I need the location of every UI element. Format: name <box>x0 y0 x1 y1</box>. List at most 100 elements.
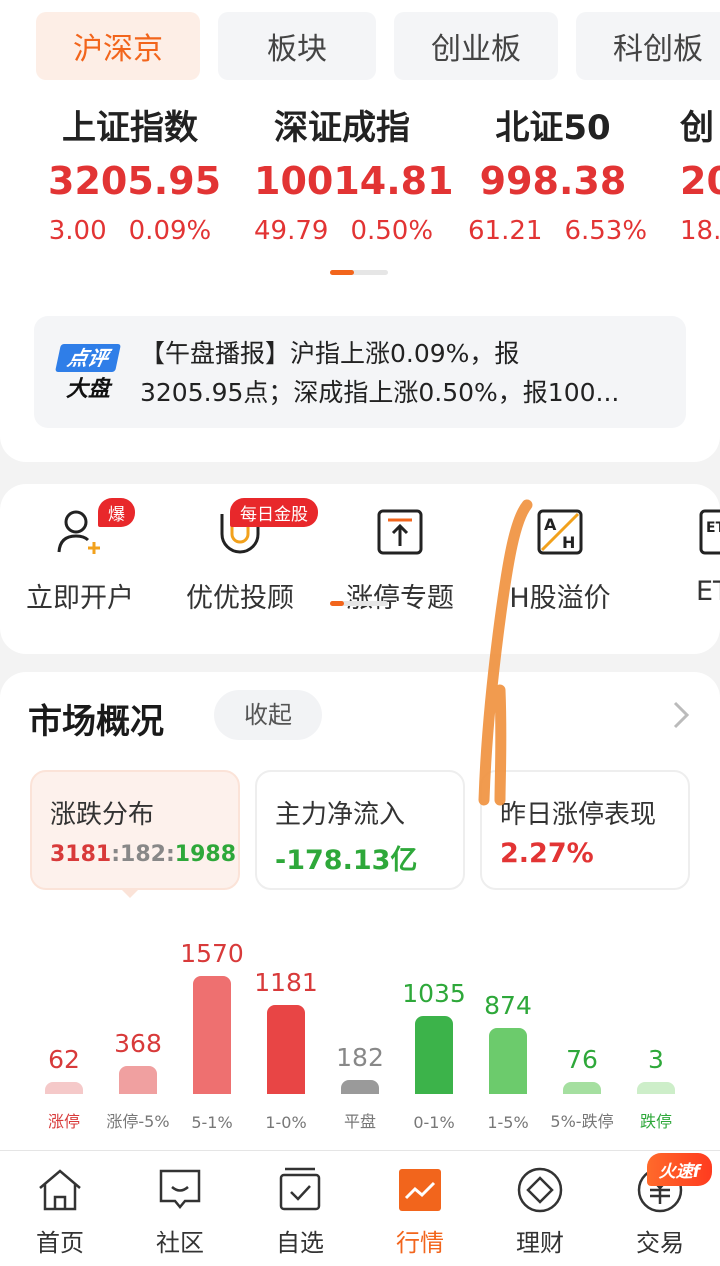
nav-label: 社区 <box>156 1229 204 1257</box>
bar <box>563 1082 601 1094</box>
ah-premium-icon: A H <box>537 509 583 555</box>
nav-community[interactable]: 社区 <box>120 1151 240 1266</box>
bar-column: 3 跌停 <box>619 912 693 1132</box>
market-header-card: 沪深京 板块 创业板 科创板 上证指数 3205.95 3.00 0.09% 深证… <box>0 0 720 462</box>
shortcut-advisor[interactable]: 每日金股 优优投顾 <box>170 484 318 624</box>
shortcut-etf[interactable]: ET ET <box>650 484 720 624</box>
index-change: 49.79 0.50% <box>254 216 434 246</box>
nav-label: 理财 <box>516 1229 564 1257</box>
nav-label: 自选 <box>276 1229 324 1257</box>
bar-value-label: 1181 <box>254 968 318 997</box>
svg-text:A: A <box>544 515 557 534</box>
index-value: 3205.95 <box>48 159 222 203</box>
bar <box>341 1080 379 1094</box>
index-value: 20 <box>680 159 720 203</box>
bar-column: 368 涨停-5% <box>101 912 175 1132</box>
home-icon <box>39 1169 81 1211</box>
stat-title: 涨跌分布 <box>50 800 155 830</box>
bar <box>415 1016 453 1094</box>
shortcut-open-account[interactable]: 爆 立即开户 <box>10 484 150 624</box>
stat-card-distribution[interactable]: 涨跌分布 3181:182:1988 <box>30 770 240 890</box>
nav-market[interactable]: 行情 <box>360 1151 480 1266</box>
bar-value-label: 1035 <box>402 979 466 1008</box>
shortcut-label: 立即开户 <box>26 583 134 614</box>
index-page-indicator <box>330 270 388 275</box>
index-change: 18. <box>680 216 720 246</box>
bar <box>45 1082 83 1094</box>
bar-column: 182 平盘 <box>323 912 397 1132</box>
index-change: 61.21 6.53% <box>468 216 648 246</box>
nav-label: 交易 <box>636 1229 684 1257</box>
index-value: 998.38 <box>479 159 627 203</box>
stat-value: -178.13亿 <box>275 845 418 876</box>
svg-text:ET: ET <box>706 520 720 536</box>
nav-label: 首页 <box>36 1229 84 1257</box>
bar-column: 874 1-5% <box>471 912 545 1132</box>
tab-star-market[interactable]: 科创板 <box>576 12 720 80</box>
chevron-right-icon[interactable] <box>670 700 692 730</box>
wealth-icon <box>517 1167 563 1213</box>
comment-badge-icon: 点评 大盘 <box>54 340 121 406</box>
distribution-bar-chart: 62 涨停 368 涨停-5% 1570 5-1% 1181 1-0% 182 平盘 1035 0-1… <box>0 912 720 1132</box>
nav-wealth[interactable]: 理财 <box>480 1151 600 1266</box>
market-tabs: 沪深京 板块 创业板 科创板 <box>36 12 720 80</box>
bottom-nav: 首页 社区 自选 行情 理财 交易 火速f <box>0 1150 720 1266</box>
daily-stock-badge: 每日金股 <box>230 498 318 527</box>
index-card-shenzhen[interactable]: 深证成指 10014.81 49.79 0.50% <box>254 100 454 256</box>
bar <box>267 1005 305 1094</box>
index-carousel[interactable]: 上证指数 3205.95 3.00 0.09% 深证成指 10014.81 49.… <box>0 100 720 250</box>
bar-value-label: 76 <box>566 1045 598 1074</box>
shortcut-label: 优优投顾 <box>186 583 294 614</box>
index-change: 3.00 0.09% <box>48 216 212 246</box>
bar-value-label: 3 <box>648 1045 664 1074</box>
bar-column: 62 涨停 <box>27 912 101 1132</box>
nav-label: 行情 <box>396 1229 444 1257</box>
bar <box>637 1082 675 1094</box>
bar-value-label: 874 <box>484 991 532 1020</box>
bar-category-label: 跌停 <box>639 1112 672 1131</box>
bar-value-label: 368 <box>114 1029 162 1058</box>
stat-value: 2.27% <box>500 838 594 869</box>
bar-value-label: 182 <box>336 1043 384 1072</box>
market-overview-card: 市场概况 收起 涨跌分布 3181:182:1988 主力净流入 -178.13… <box>0 672 720 1150</box>
stat-card-limit-up-performance[interactable]: 昨日涨停表现 2.27% <box>480 770 690 890</box>
watchlist-icon <box>279 1167 321 1211</box>
bar-column: 1181 1-0% <box>249 912 323 1132</box>
index-card-partial[interactable]: 创 20 18. <box>680 100 720 256</box>
shortcut-page-indicator <box>330 601 388 606</box>
bar <box>193 976 231 1094</box>
stat-card-net-inflow[interactable]: 主力净流入 -178.13亿 <box>255 770 465 890</box>
bar-column: 1035 0-1% <box>397 912 471 1132</box>
nav-trade[interactable]: 交易 火速f <box>600 1151 720 1266</box>
tab-hushenjing[interactable]: 沪深京 <box>36 12 200 80</box>
index-card-shanghai[interactable]: 上证指数 3205.95 3.00 0.09% <box>48 100 222 256</box>
shortcut-label: H股溢价 <box>509 583 611 614</box>
bar-column: 1570 5-1% <box>175 912 249 1132</box>
index-name: 深证成指 <box>274 108 410 148</box>
index-card-bse50[interactable]: 北证50 998.38 61.21 6.53% <box>468 100 648 256</box>
stat-card-pointer <box>120 888 140 898</box>
stat-title: 昨日涨停表现 <box>500 800 657 830</box>
shortcut-ah-premium[interactable]: A H H股溢价 <box>490 484 630 624</box>
market-comment-banner[interactable]: 点评 大盘 【午盘播报】沪指上涨0.09%，报 3205.95点；深成指上涨0.… <box>34 316 686 428</box>
etf-icon: ET <box>699 509 720 555</box>
limit-up-icon <box>377 509 423 555</box>
community-icon <box>159 1169 201 1209</box>
hot-badge: 爆 <box>98 498 135 527</box>
market-icon <box>399 1169 441 1211</box>
nav-watchlist[interactable]: 自选 <box>240 1151 360 1266</box>
tab-sector[interactable]: 板块 <box>218 12 376 80</box>
tab-chinext[interactable]: 创业板 <box>394 12 558 80</box>
shortcut-card: 爆 立即开户 每日金股 优优投顾 涨停专题 A H H股溢价 ET ET <box>0 484 720 654</box>
bar-value-label: 62 <box>48 1045 80 1074</box>
hot-promo-badge: 火速f <box>646 1153 712 1186</box>
bar <box>119 1066 157 1094</box>
shortcut-label: ET <box>696 576 720 607</box>
svg-text:H: H <box>562 533 575 552</box>
stat-title: 主力净流入 <box>275 800 406 830</box>
collapse-button[interactable]: 收起 <box>214 690 322 740</box>
shortcut-label: 涨停专题 <box>346 583 454 614</box>
index-value: 10014.81 <box>254 159 454 203</box>
bar <box>489 1028 527 1094</box>
nav-home[interactable]: 首页 <box>0 1151 120 1266</box>
